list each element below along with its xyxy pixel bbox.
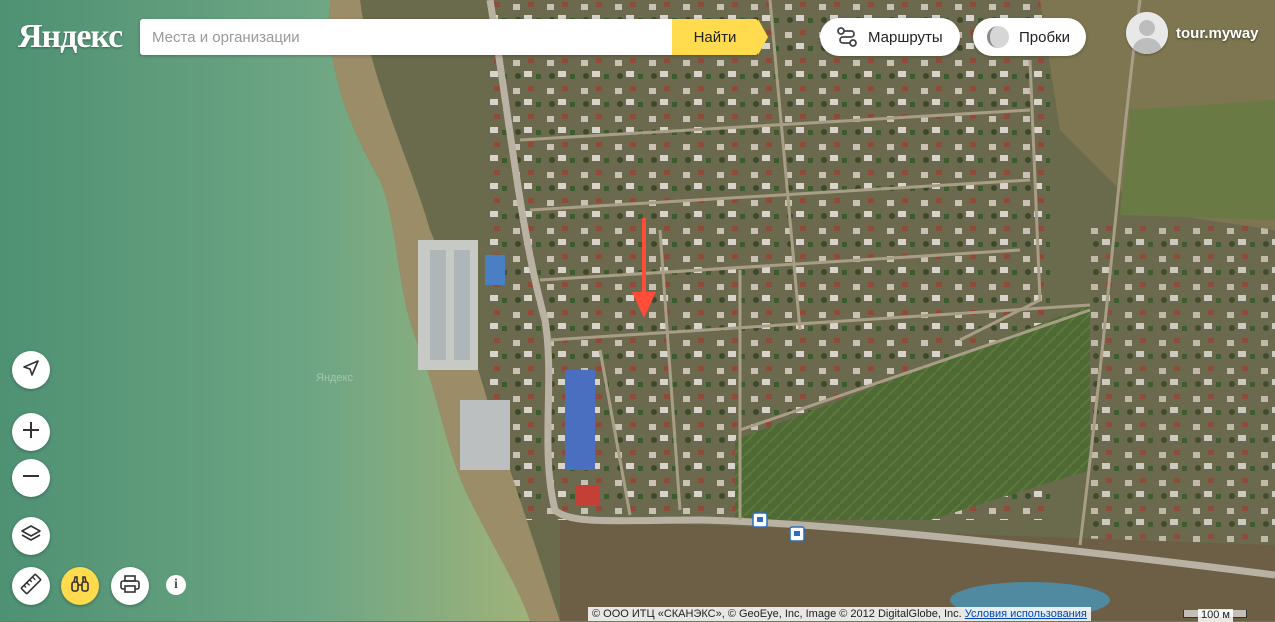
- map-canvas[interactable]: [0, 0, 1275, 621]
- copyright-bar: © ООО ИТЦ «СКАНЭКС», © GeoEye, Inc, Imag…: [588, 607, 1091, 621]
- print-button[interactable]: [111, 567, 149, 605]
- panorama-button[interactable]: [61, 567, 99, 605]
- printer-icon: [119, 573, 141, 600]
- copyright-text: © ООО ИТЦ «СКАНЭКС», © GeoEye, Inc, Imag…: [592, 608, 962, 620]
- ruler-button[interactable]: [12, 567, 50, 605]
- layers-icon: [20, 523, 42, 550]
- info-icon[interactable]: i: [166, 575, 186, 595]
- green-patch: [1120, 100, 1275, 220]
- layers-button[interactable]: [12, 517, 50, 555]
- search-button[interactable]: Найти: [672, 19, 768, 55]
- terms-link[interactable]: Условия использования: [965, 608, 1087, 620]
- bus-stop-icon[interactable]: [752, 512, 768, 528]
- search-input[interactable]: [140, 19, 684, 55]
- traffic-icon: [985, 24, 1011, 50]
- scale-line: 100 м: [1183, 608, 1247, 622]
- ruler-icon: [20, 573, 42, 600]
- plus-icon: [21, 420, 41, 445]
- username[interactable]: tour.myway: [1176, 25, 1259, 42]
- scale-bar: 100 м: [1183, 606, 1247, 622]
- geolocation-button[interactable]: [12, 351, 50, 389]
- avatar[interactable]: [1126, 12, 1168, 54]
- geolocation-icon: [21, 358, 41, 383]
- zoom-out-button[interactable]: [12, 459, 50, 497]
- route-icon: [834, 24, 860, 50]
- binoculars-icon: [69, 573, 91, 600]
- routes-label: Маршруты: [868, 28, 943, 46]
- traffic-button[interactable]: Пробки: [973, 18, 1086, 56]
- scale-label: 100 м: [1198, 608, 1233, 622]
- minus-icon: [21, 466, 41, 491]
- bus-stop-icon[interactable]: [789, 526, 805, 542]
- settlement-east: [1090, 220, 1275, 550]
- map-watermark: Яндекс: [316, 372, 353, 384]
- yandex-logo[interactable]: Яндекс: [18, 18, 123, 56]
- routes-button[interactable]: Маршруты: [820, 18, 960, 56]
- user-menu[interactable]: tour.myway: [1126, 12, 1259, 54]
- search-box: Найти: [140, 19, 768, 55]
- traffic-label: Пробки: [1019, 28, 1070, 46]
- zoom-in-button[interactable]: [12, 413, 50, 451]
